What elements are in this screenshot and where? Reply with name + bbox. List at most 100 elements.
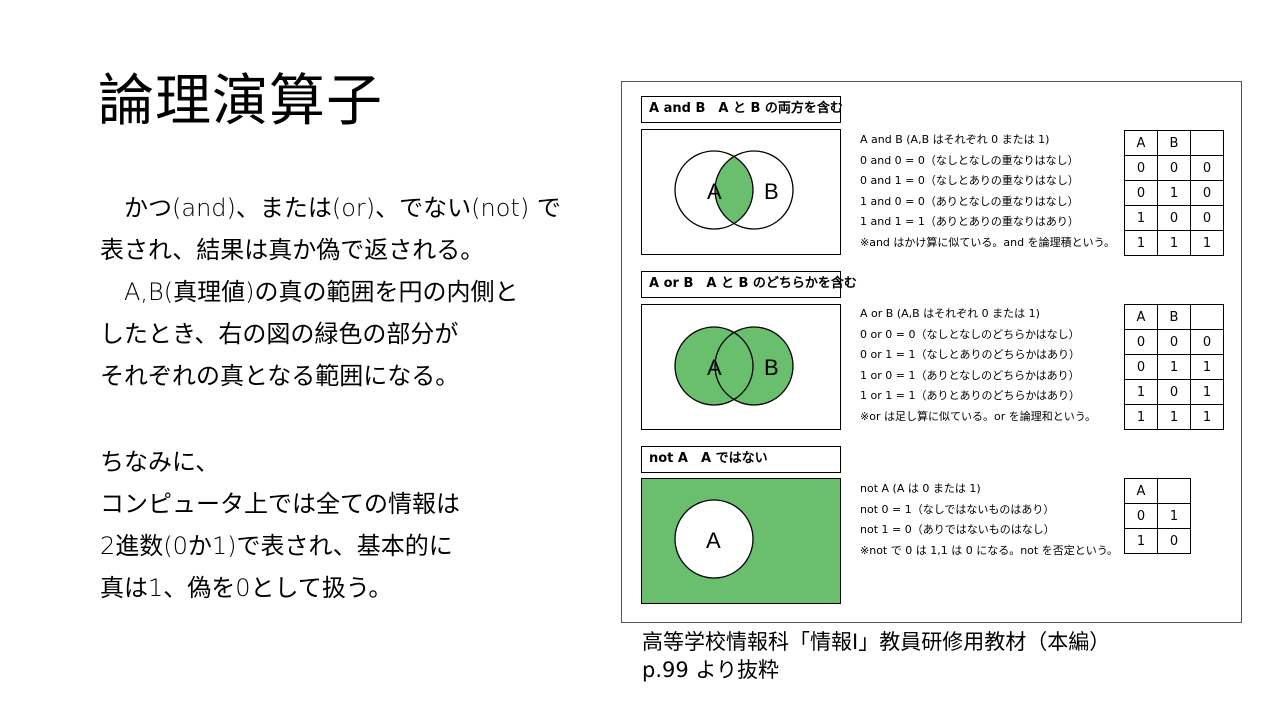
table-cell: 1 — [1124, 205, 1158, 231]
slide-title: 論理演算子 — [98, 69, 383, 134]
table-cell — [1190, 304, 1224, 330]
table-cell: 1 — [1157, 180, 1191, 206]
table-cell: 1 — [1124, 404, 1158, 430]
description-line: not 0 = 1（なしではないものはあり） — [860, 502, 1055, 516]
paragraph-line: A,B(真理値)の真の範囲を円の内側と — [100, 278, 519, 306]
table-row: 111 — [1124, 404, 1224, 430]
table-row: AB — [1124, 130, 1224, 156]
or-label-b: B — [764, 355, 779, 380]
and-header: A and B A と B の両方を含む — [641, 96, 843, 123]
table-cell: 0 — [1124, 155, 1158, 181]
not-header: not A A ではない — [641, 446, 841, 473]
table-cell — [1157, 478, 1191, 504]
table-row: 100 — [1124, 205, 1224, 231]
not-truth-table: A 01 10 — [1124, 478, 1191, 554]
table-row: 111 — [1124, 230, 1224, 256]
description-line: not A (A は 0 または 1) — [860, 482, 981, 495]
table-row: 01 — [1124, 503, 1191, 529]
table-cell: 0 — [1190, 155, 1224, 181]
not-label-a: A — [706, 528, 721, 553]
body-paragraph-2: ちなみに、 コンピュータ上では全ての情報は 2進数(0か1)で表され、基本的に … — [100, 441, 460, 609]
description-line: 1 and 1 = 1（ありとありの重なりはあり） — [860, 215, 1079, 228]
description-line: ※not で 0 は 1,1 は 0 になる。not を否定という。 — [860, 543, 1119, 557]
paragraph-line: コンピュータ上では全ての情報は — [100, 490, 460, 518]
table-cell: 0 — [1124, 503, 1158, 529]
table-cell: 0 — [1157, 205, 1191, 231]
description-line: ※and はかけ算に似ている。and を論理積という。 — [860, 235, 1115, 249]
table-cell: 0 — [1157, 155, 1191, 181]
description-line: not 1 = 0（ありではないものはなし） — [860, 523, 1055, 536]
description-line: A or B (A,B はそれぞれ 0 または 1) — [860, 307, 1040, 320]
table-cell: 0 — [1190, 205, 1224, 231]
or-truth-table: AB 000 011 101 111 — [1124, 304, 1224, 430]
table-cell: 1 — [1157, 354, 1191, 380]
table-cell: A — [1124, 304, 1158, 330]
paragraph-line: それぞれの真となる範囲になる。 — [100, 362, 460, 390]
table-cell: B — [1157, 304, 1191, 330]
table-cell: 0 — [1157, 379, 1191, 405]
table-cell: 0 — [1190, 180, 1224, 206]
table-row: 10 — [1124, 528, 1191, 554]
table-cell: 1 — [1190, 379, 1224, 405]
table-row: AB — [1124, 304, 1224, 330]
logic-operator-figure: A and B A と B の両方を含む A B A and B (A,B はそ… — [621, 81, 1242, 623]
table-cell: 1 — [1157, 230, 1191, 256]
table-cell: 0 — [1124, 354, 1158, 380]
description-line: 0 and 0 = 0（なしとなしの重なりはなし） — [860, 153, 1079, 167]
description-line: A and B (A,B はそれぞれ 0 または 1) — [860, 133, 1050, 146]
and-label-b: B — [764, 179, 779, 204]
table-cell: 1 — [1124, 230, 1158, 256]
table-cell: 1 — [1190, 230, 1224, 256]
source-caption: 高等学校情報科「情報Ⅰ」教員研修用教材（本編） p.99 より抜粋 — [642, 628, 1110, 684]
table-cell: 1 — [1157, 503, 1191, 529]
and-truth-table: AB 000 010 100 111 — [1124, 130, 1224, 256]
paragraph-line: かつ(and)、または(or)、でない(not) で — [100, 194, 561, 222]
not-venn-box: A — [641, 478, 841, 604]
paragraph-line: 真は1、偽を0として扱う。 — [100, 574, 393, 602]
description-line: 1 or 0 = 1（ありとなしのどちらかはあり） — [860, 368, 1080, 382]
table-cell: 0 — [1190, 329, 1224, 355]
table-cell: 0 — [1124, 329, 1158, 355]
or-description: A or B (A,B はそれぞれ 0 または 1) 0 or 0 = 0（なし… — [860, 304, 1096, 427]
description-line: 1 or 1 = 1（ありとありのどちらかはあり） — [860, 389, 1081, 402]
description-line: 0 and 1 = 0（なしとありの重なりはなし） — [860, 174, 1079, 187]
and-description: A and B (A,B はそれぞれ 0 または 1) 0 and 0 = 0（… — [860, 130, 1115, 253]
body-paragraph-1: かつ(and)、または(or)、でない(not) で 表され、結果は真か偽で返さ… — [100, 187, 561, 397]
table-cell: 1 — [1124, 528, 1158, 554]
paragraph-line: したとき、右の図の緑色の部分が — [100, 320, 459, 348]
table-cell: A — [1124, 130, 1158, 156]
description-line: ※or は足し算に似ている。or を論理和という。 — [860, 409, 1097, 423]
or-label-a: A — [707, 355, 722, 380]
table-cell: 1 — [1190, 404, 1224, 430]
table-row: 000 — [1124, 155, 1224, 181]
paragraph-line: 2進数(0か1)で表され、基本的に — [100, 532, 453, 560]
table-row: 011 — [1124, 354, 1224, 380]
table-row: 000 — [1124, 329, 1224, 355]
not-venn-diagram: A — [674, 499, 754, 579]
description-line: 1 and 0 = 0（ありとなしの重なりはなし） — [860, 194, 1079, 208]
table-cell: 1 — [1124, 379, 1158, 405]
description-line: 0 or 0 = 0（なしとなしのどちらかはなし） — [860, 327, 1080, 341]
table-row: 010 — [1124, 180, 1224, 206]
table-cell: B — [1157, 130, 1191, 156]
table-cell: A — [1124, 478, 1158, 504]
table-row: A — [1124, 478, 1191, 504]
not-description: not A (A は 0 または 1) not 0 = 1（なしではないものはあ… — [860, 479, 1118, 561]
or-header: A or B A と B のどちらかを含む — [641, 271, 857, 298]
and-label-a: A — [707, 179, 722, 204]
or-venn-box: A B — [641, 304, 841, 430]
caption-line: p.99 より抜粋 — [642, 658, 779, 682]
or-venn-diagram: A B — [674, 326, 794, 406]
paragraph-line: ちなみに、 — [100, 448, 220, 476]
table-cell: 0 — [1157, 329, 1191, 355]
and-venn-box: A B — [641, 129, 841, 255]
paragraph-line: 表され、結果は真か偽で返される。 — [100, 236, 485, 264]
description-line: 0 or 1 = 1（なしとありのどちらかはあり） — [860, 348, 1081, 361]
table-cell: 0 — [1124, 180, 1158, 206]
and-venn-diagram: A B — [674, 150, 794, 230]
table-row: 101 — [1124, 379, 1224, 405]
caption-line: 高等学校情報科「情報Ⅰ」教員研修用教材（本編） — [642, 630, 1111, 654]
table-cell — [1190, 130, 1224, 156]
table-cell: 0 — [1157, 528, 1191, 554]
table-cell: 1 — [1190, 354, 1224, 380]
